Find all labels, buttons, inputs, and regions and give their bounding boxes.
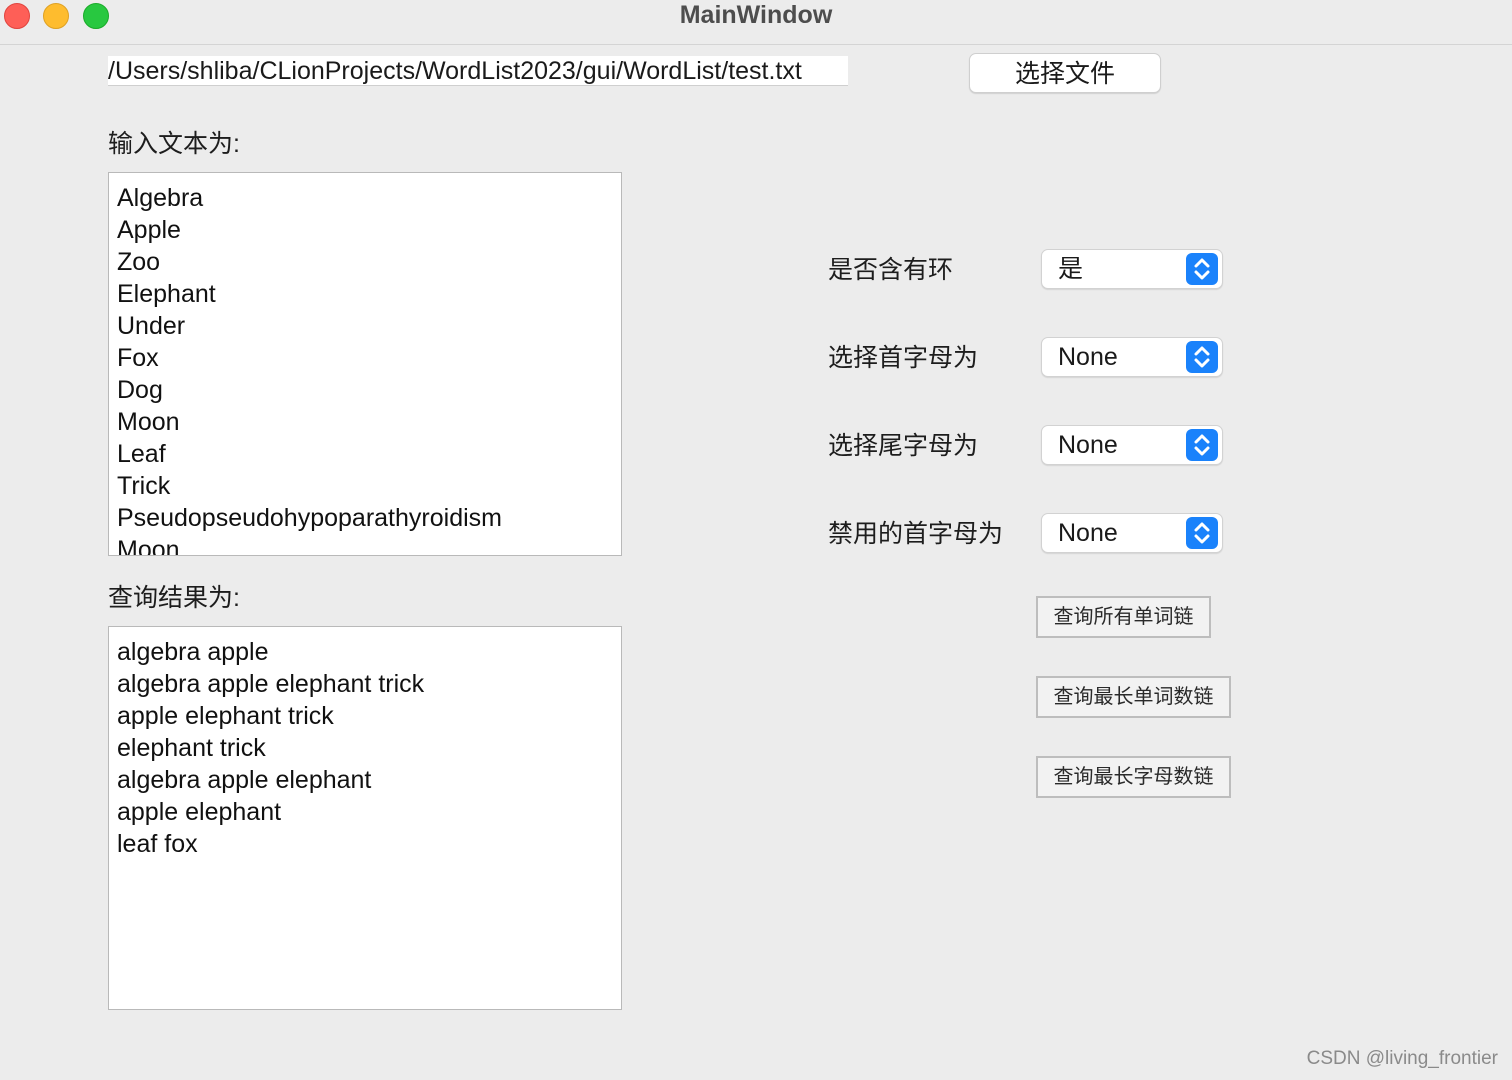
tail-letter-label: 选择尾字母为 (828, 432, 979, 460)
input-line: Trick (117, 472, 171, 500)
head-letter-label: 选择首字母为 (828, 344, 979, 372)
select-file-button[interactable]: 选择文件 (969, 53, 1161, 93)
input-line: Moon (117, 408, 180, 436)
result-line: algebra apple (117, 638, 269, 666)
input-line: Apple (117, 216, 181, 244)
input-line: Moon (117, 536, 180, 556)
file-path-text: /Users/shliba/CLionProjects/WordList2023… (108, 57, 802, 85)
input-line: Leaf (117, 440, 166, 468)
input-line: Zoo (117, 248, 161, 276)
has-cycle-select[interactable]: 是 (1041, 249, 1223, 289)
input-line: Elephant (117, 280, 216, 308)
tail-letter-select[interactable]: None (1041, 425, 1223, 465)
chevron-up-down-icon (1186, 429, 1218, 461)
chevron-up-down-icon (1186, 517, 1218, 549)
main-window: MainWindow /Users/shliba/CLionProjects/W… (0, 0, 1512, 1080)
result-text-area[interactable]: algebra apple algebra apple elephant tri… (108, 626, 622, 1010)
query-max-word-chain-button[interactable]: 查询最长单词数链 (1036, 676, 1231, 718)
banned-head-label: 禁用的首字母为 (828, 520, 1004, 548)
input-line: Under (117, 312, 186, 340)
result-line: elephant trick (117, 734, 266, 762)
result-text-label: 查询结果为: (108, 584, 240, 612)
input-line: Algebra (117, 184, 204, 212)
head-letter-value: None (1058, 343, 1118, 371)
input-text-area[interactable]: Algebra Apple Zoo Elephant Under Fox Dog… (108, 172, 622, 556)
input-line: Pseudopseudohypoparathyroidism (117, 504, 502, 532)
head-letter-select[interactable]: None (1041, 337, 1223, 377)
has-cycle-label: 是否含有环 (828, 256, 954, 284)
watermark: CSDN @living_frontier (1306, 1048, 1498, 1069)
window-title: MainWindow (679, 1, 833, 29)
query-all-chains-button[interactable]: 查询所有单词链 (1036, 596, 1211, 638)
result-line: apple elephant (117, 798, 282, 826)
input-line: Fox (117, 344, 159, 372)
input-line: Dog (117, 376, 163, 404)
chevron-up-down-icon (1186, 341, 1218, 373)
file-path-field[interactable]: /Users/shliba/CLionProjects/WordList2023… (108, 56, 848, 86)
banned-head-value: None (1058, 519, 1118, 547)
tail-letter-value: None (1058, 431, 1118, 459)
result-line: algebra apple elephant (117, 766, 372, 794)
query-max-char-chain-button[interactable]: 查询最长字母数链 (1036, 756, 1231, 798)
input-text-label: 输入文本为: (108, 130, 240, 158)
banned-head-select[interactable]: None (1041, 513, 1223, 553)
chevron-up-down-icon (1186, 253, 1218, 285)
result-line: algebra apple elephant trick (117, 670, 425, 698)
title-bar: MainWindow (0, 0, 1512, 45)
result-line: apple elephant trick (117, 702, 334, 730)
has-cycle-value: 是 (1058, 255, 1084, 283)
result-line: leaf fox (117, 830, 198, 858)
